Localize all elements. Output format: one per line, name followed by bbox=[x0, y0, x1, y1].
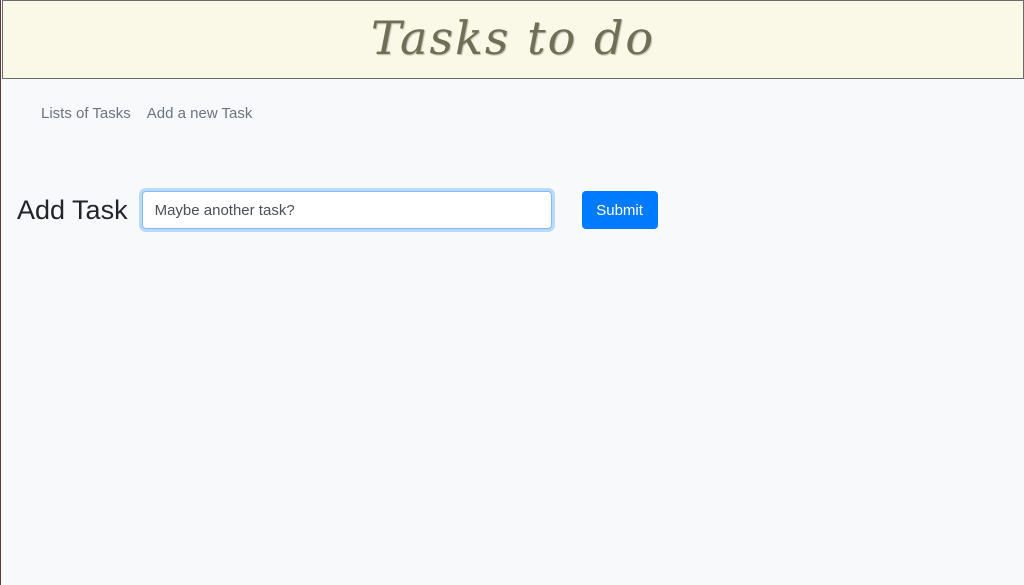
submit-button[interactable]: Submit bbox=[581, 191, 658, 229]
page-title: Tasks to do bbox=[370, 10, 656, 65]
nav-bar: Lists of Tasks Add a new Task bbox=[41, 105, 252, 122]
add-task-label: Add Task bbox=[17, 195, 128, 225]
header-banner: Tasks to do bbox=[2, 0, 1024, 79]
nav-link-lists-of-tasks[interactable]: Lists of Tasks bbox=[41, 105, 131, 122]
add-task-form: Add Task Submit bbox=[17, 191, 658, 229]
nav-link-add-new-task[interactable]: Add a new Task bbox=[147, 105, 253, 122]
page: Tasks to do Lists of Tasks Add a new Tas… bbox=[0, 0, 1024, 585]
task-input[interactable] bbox=[141, 191, 552, 229]
